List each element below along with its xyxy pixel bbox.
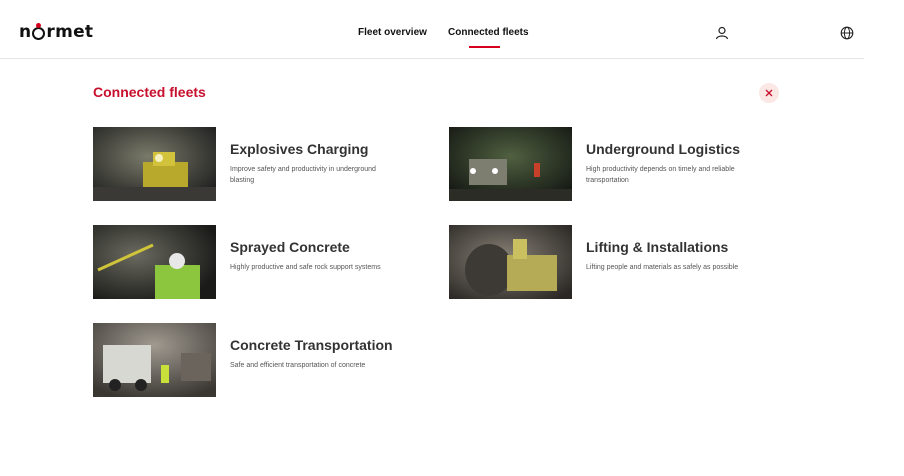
- close-icon: [765, 89, 773, 97]
- fleet-card-description: Safe and efficient transportation of con…: [230, 362, 366, 369]
- fleet-card-underground-logistics[interactable]: Underground Logistics High productivity …: [449, 127, 779, 202]
- lifting-installations-image: [449, 225, 572, 299]
- underground-logistics-image: [449, 127, 572, 201]
- fleet-card-description: Improve safety and productivity in under…: [230, 166, 376, 184]
- fleet-card-explosives-charging[interactable]: Explosives Charging Improve safety and p…: [93, 127, 423, 202]
- normet-logo[interactable]: n rmet: [19, 22, 93, 42]
- close-panel-button[interactable]: [759, 83, 779, 103]
- fleet-card-title: Sprayed Concrete: [230, 239, 350, 255]
- active-nav-indicator: [469, 46, 500, 48]
- fleet-card-lifting-installations[interactable]: Lifting & Installations Lifting people a…: [449, 225, 779, 300]
- user-account-icon[interactable]: [715, 26, 729, 40]
- logo-text-start: n: [19, 22, 32, 42]
- fleet-card-title: Explosives Charging: [230, 141, 369, 157]
- language-globe-icon[interactable]: [840, 26, 854, 40]
- fleet-card-title: Concrete Transportation: [230, 337, 393, 353]
- concrete-transportation-image: [93, 323, 216, 397]
- sprayed-concrete-image: [93, 225, 216, 299]
- logo-o-glyph: [32, 22, 46, 40]
- explosives-charging-image: [93, 127, 216, 201]
- logo-text-end: rmet: [46, 22, 94, 42]
- fleet-card-description: High productivity depends on timely and …: [586, 166, 735, 184]
- fleet-card-description: Highly productive and safe rock support …: [230, 264, 381, 271]
- top-navigation-bar: n rmet Fleet overview Connected fleets: [0, 0, 864, 59]
- fleet-card-title: Lifting & Installations: [586, 239, 729, 255]
- fleet-card-description: Lifting people and materials as safely a…: [586, 264, 739, 271]
- nav-fleet-overview[interactable]: Fleet overview: [358, 27, 427, 38]
- panel-title: Connected fleets: [93, 84, 206, 100]
- nav-connected-fleets[interactable]: Connected fleets: [448, 27, 529, 38]
- fleet-card-title: Underground Logistics: [586, 141, 740, 157]
- fleet-card-sprayed-concrete[interactable]: Sprayed Concrete Highly productive and s…: [93, 225, 423, 300]
- fleet-card-concrete-transportation[interactable]: Concrete Transportation Safe and efficie…: [93, 323, 423, 398]
